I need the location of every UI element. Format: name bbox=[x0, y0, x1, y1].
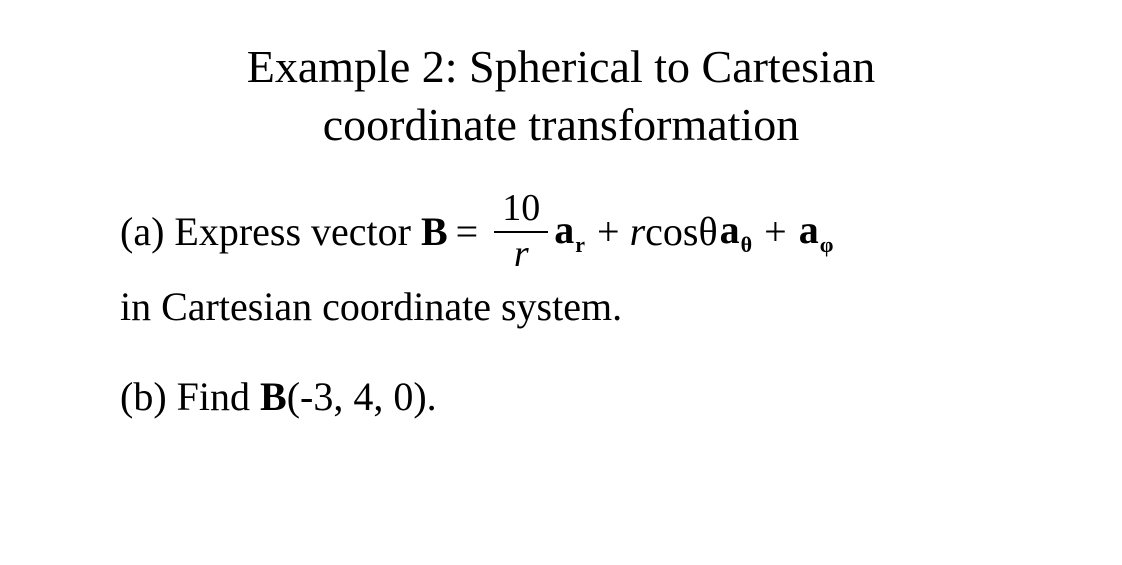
part-b-line: (b) Find B(-3, 4, 0). bbox=[120, 369, 1040, 425]
subscript-theta: θ bbox=[741, 232, 752, 257]
part-b-B: B bbox=[260, 374, 287, 419]
page-title: Example 2: Spherical to Cartesian coordi… bbox=[111, 38, 1011, 153]
unit-vector-a-2: a bbox=[720, 207, 740, 252]
part-a-line-1: (a) Express vector B = 10 r ar + rcosθ a… bbox=[120, 189, 1040, 275]
part-b-lead: (b) Find bbox=[120, 374, 260, 419]
theta-symbol: θ bbox=[698, 204, 717, 260]
document-page: Example 2: Spherical to Cartesian coordi… bbox=[0, 0, 1122, 565]
cos-text: cos bbox=[645, 204, 698, 260]
title-line-2: coordinate transformation bbox=[323, 99, 799, 150]
plus-sign-2: + bbox=[764, 204, 787, 260]
fraction-numerator: 10 bbox=[502, 189, 540, 229]
fraction-10-over-r: 10 r bbox=[494, 189, 548, 275]
unit-vector-aphi: aφ bbox=[799, 202, 834, 261]
equals-sign: = bbox=[456, 204, 479, 260]
body-block: (a) Express vector B = 10 r ar + rcosθ a… bbox=[120, 189, 1040, 425]
unit-vector-a: a bbox=[554, 207, 574, 252]
title-line-1: Example 2: Spherical to Cartesian bbox=[247, 41, 875, 92]
part-b-args: (-3, 4, 0). bbox=[287, 374, 437, 419]
vector-b-formula: B = 10 r ar + rcosθ aθ + aφ bbox=[421, 189, 835, 275]
unit-vector-atheta: aθ bbox=[720, 202, 752, 261]
unit-vector-ar: ar bbox=[554, 202, 585, 261]
subscript-r: r bbox=[575, 232, 585, 257]
plus-sign-1: + bbox=[597, 204, 620, 260]
symbol-B: B bbox=[421, 204, 448, 260]
fraction-denominator: r bbox=[514, 235, 529, 275]
part-a-lead: (a) Express vector bbox=[120, 204, 411, 260]
subscript-phi: φ bbox=[820, 232, 834, 257]
part-a-continuation: in Cartesian coordinate system. bbox=[120, 284, 622, 329]
symbol-r: r bbox=[630, 204, 646, 260]
unit-vector-a-3: a bbox=[799, 207, 819, 252]
part-a-line-2: in Cartesian coordinate system. bbox=[120, 279, 1040, 335]
